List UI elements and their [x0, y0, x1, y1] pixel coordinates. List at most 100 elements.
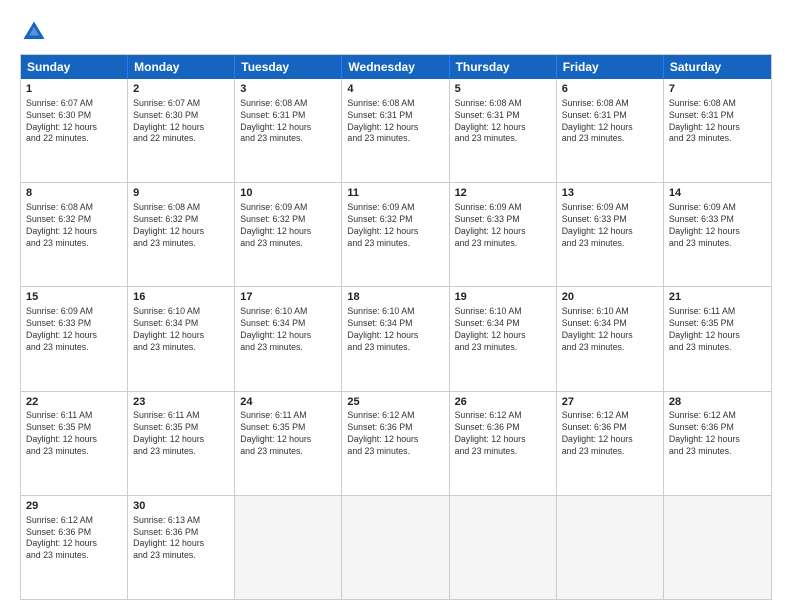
calendar-cell-16: 16Sunrise: 6:10 AMSunset: 6:34 PMDayligh…: [128, 287, 235, 390]
calendar-cell-17: 17Sunrise: 6:10 AMSunset: 6:34 PMDayligh…: [235, 287, 342, 390]
calendar-cell-8: 8Sunrise: 6:08 AMSunset: 6:32 PMDaylight…: [21, 183, 128, 286]
day-number: 6: [562, 82, 658, 97]
cell-info: Sunrise: 6:11 AMSunset: 6:35 PMDaylight:…: [26, 410, 122, 458]
cell-info: Sunrise: 6:10 AMSunset: 6:34 PMDaylight:…: [240, 306, 336, 354]
calendar-row-1: 8 Sunrise: 6:08 AMSunset: 6:32 PMDaylight…: [21, 182, 771, 286]
day-number: 18: [347, 290, 443, 305]
cell-info: Sunrise: 6:08 AMSunset: 6:32 PMDaylight:…: [133, 202, 229, 250]
calendar-cell-6: 6Sunrise: 6:08 AMSunset: 6:31 PMDaylight…: [557, 79, 664, 182]
day-number: 8: [26, 186, 122, 201]
day-number: 2: [133, 82, 229, 97]
page: SundayMondayTuesdayWednesdayThursdayFrid…: [0, 0, 792, 612]
day-number: 20: [562, 290, 658, 305]
header-day-tuesday: Tuesday: [235, 55, 342, 79]
calendar-cell-25: 25Sunrise: 6:12 AMSunset: 6:36 PMDayligh…: [342, 392, 449, 495]
cell-info: Sunrise: 6:12 AMSunset: 6:36 PMDaylight:…: [455, 410, 551, 458]
day-number: 24: [240, 395, 336, 410]
header: [20, 18, 772, 46]
cell-info: Sunrise: 6:08 AMSunset: 6:31 PMDaylight:…: [455, 98, 551, 146]
calendar-cell-empty: [450, 496, 557, 599]
calendar: SundayMondayTuesdayWednesdayThursdayFrid…: [20, 54, 772, 600]
cell-info: Sunrise: 6:08 AMSunset: 6:31 PMDaylight:…: [240, 98, 336, 146]
cell-info: Sunrise: 6:07 AMSunset: 6:30 PMDaylight:…: [26, 98, 122, 146]
cell-info: Sunrise: 6:12 AMSunset: 6:36 PMDaylight:…: [26, 515, 122, 563]
day-number: 26: [455, 395, 551, 410]
cell-info: Sunrise: 6:08 AMSunset: 6:31 PMDaylight:…: [562, 98, 658, 146]
day-number: 28: [669, 395, 766, 410]
calendar-cell-12: 12Sunrise: 6:09 AMSunset: 6:33 PMDayligh…: [450, 183, 557, 286]
cell-info: Sunrise: 6:09 AMSunset: 6:32 PMDaylight:…: [347, 202, 443, 250]
calendar-cell-1: 1Sunrise: 6:07 AMSunset: 6:30 PMDaylight…: [21, 79, 128, 182]
cell-info: Sunrise: 6:12 AMSunset: 6:36 PMDaylight:…: [562, 410, 658, 458]
day-number: 7: [669, 82, 766, 97]
header-day-thursday: Thursday: [450, 55, 557, 79]
calendar-row-2: 15Sunrise: 6:09 AMSunset: 6:33 PMDayligh…: [21, 286, 771, 390]
day-number: 3: [240, 82, 336, 97]
day-number: 9: [133, 186, 229, 201]
calendar-cell-10: 10Sunrise: 6:09 AMSunset: 6:32 PMDayligh…: [235, 183, 342, 286]
cell-info: Sunrise: 6:11 AMSunset: 6:35 PMDaylight:…: [240, 410, 336, 458]
cell-info: Sunrise: 6:10 AMSunset: 6:34 PMDaylight:…: [133, 306, 229, 354]
cell-info: Sunrise: 6:13 AMSunset: 6:36 PMDaylight:…: [133, 515, 229, 563]
day-number: 22: [26, 395, 122, 410]
calendar-cell-27: 27Sunrise: 6:12 AMSunset: 6:36 PMDayligh…: [557, 392, 664, 495]
calendar-cell-empty: [235, 496, 342, 599]
logo: [20, 18, 52, 46]
calendar-cell-5: 5Sunrise: 6:08 AMSunset: 6:31 PMDaylight…: [450, 79, 557, 182]
day-number: 17: [240, 290, 336, 305]
calendar-cell-9: 9Sunrise: 6:08 AMSunset: 6:32 PMDaylight…: [128, 183, 235, 286]
day-number: 23: [133, 395, 229, 410]
day-number: 27: [562, 395, 658, 410]
header-day-friday: Friday: [557, 55, 664, 79]
calendar-header: SundayMondayTuesdayWednesdayThursdayFrid…: [21, 55, 771, 79]
calendar-row-3: 22Sunrise: 6:11 AMSunset: 6:35 PMDayligh…: [21, 391, 771, 495]
calendar-cell-15: 15Sunrise: 6:09 AMSunset: 6:33 PMDayligh…: [21, 287, 128, 390]
day-number: 21: [669, 290, 766, 305]
day-number: 15: [26, 290, 122, 305]
header-day-sunday: Sunday: [21, 55, 128, 79]
calendar-cell-28: 28Sunrise: 6:12 AMSunset: 6:36 PMDayligh…: [664, 392, 771, 495]
day-number: 4: [347, 82, 443, 97]
calendar-cell-26: 26Sunrise: 6:12 AMSunset: 6:36 PMDayligh…: [450, 392, 557, 495]
calendar-cell-21: 21Sunrise: 6:11 AMSunset: 6:35 PMDayligh…: [664, 287, 771, 390]
cell-info: Sunrise: 6:09 AMSunset: 6:33 PMDaylight:…: [562, 202, 658, 250]
calendar-cell-11: 11Sunrise: 6:09 AMSunset: 6:32 PMDayligh…: [342, 183, 449, 286]
cell-info: Sunrise: 6:11 AMSunset: 6:35 PMDaylight:…: [669, 306, 766, 354]
calendar-cell-18: 18Sunrise: 6:10 AMSunset: 6:34 PMDayligh…: [342, 287, 449, 390]
cell-info: Sunrise: 6:09 AMSunset: 6:33 PMDaylight:…: [669, 202, 766, 250]
cell-info: Sunrise: 6:11 AMSunset: 6:35 PMDaylight:…: [133, 410, 229, 458]
day-number: 25: [347, 395, 443, 410]
calendar-cell-7: 7Sunrise: 6:08 AMSunset: 6:31 PMDaylight…: [664, 79, 771, 182]
day-number: 13: [562, 186, 658, 201]
cell-info: Sunrise: 6:08 AMSunset: 6:31 PMDaylight:…: [347, 98, 443, 146]
day-number: 14: [669, 186, 766, 201]
calendar-cell-2: 2Sunrise: 6:07 AMSunset: 6:30 PMDaylight…: [128, 79, 235, 182]
calendar-cell-empty: [664, 496, 771, 599]
day-number: 16: [133, 290, 229, 305]
cell-info: Sunrise: 6:10 AMSunset: 6:34 PMDaylight:…: [455, 306, 551, 354]
calendar-cell-empty: [557, 496, 664, 599]
cell-info: Sunrise: 6:10 AMSunset: 6:34 PMDaylight:…: [347, 306, 443, 354]
calendar-cell-19: 19Sunrise: 6:10 AMSunset: 6:34 PMDayligh…: [450, 287, 557, 390]
calendar-cell-23: 23Sunrise: 6:11 AMSunset: 6:35 PMDayligh…: [128, 392, 235, 495]
day-number: 19: [455, 290, 551, 305]
day-number: 12: [455, 186, 551, 201]
day-number: 1: [26, 82, 122, 97]
header-day-monday: Monday: [128, 55, 235, 79]
cell-info: Sunrise: 6:10 AMSunset: 6:34 PMDaylight:…: [562, 306, 658, 354]
calendar-row-0: 1Sunrise: 6:07 AMSunset: 6:30 PMDaylight…: [21, 79, 771, 182]
day-number: 30: [133, 499, 229, 514]
calendar-cell-20: 20Sunrise: 6:10 AMSunset: 6:34 PMDayligh…: [557, 287, 664, 390]
cell-info: Sunrise: 6:08 AMSunset: 6:31 PMDaylight:…: [669, 98, 766, 146]
calendar-cell-4: 4Sunrise: 6:08 AMSunset: 6:31 PMDaylight…: [342, 79, 449, 182]
day-number: 29: [26, 499, 122, 514]
cell-info: Sunrise: 6:09 AMSunset: 6:32 PMDaylight:…: [240, 202, 336, 250]
calendar-cell-24: 24Sunrise: 6:11 AMSunset: 6:35 PMDayligh…: [235, 392, 342, 495]
calendar-cell-3: 3Sunrise: 6:08 AMSunset: 6:31 PMDaylight…: [235, 79, 342, 182]
calendar-cell-13: 13Sunrise: 6:09 AMSunset: 6:33 PMDayligh…: [557, 183, 664, 286]
calendar-cell-30: 30Sunrise: 6:13 AMSunset: 6:36 PMDayligh…: [128, 496, 235, 599]
cell-info: Sunrise: 6:12 AMSunset: 6:36 PMDaylight:…: [669, 410, 766, 458]
calendar-body: 1Sunrise: 6:07 AMSunset: 6:30 PMDaylight…: [21, 79, 771, 599]
cell-info: Sunrise: 6:09 AMSunset: 6:33 PMDaylight:…: [26, 306, 122, 354]
cell-info: Sunrise: 6:07 AMSunset: 6:30 PMDaylight:…: [133, 98, 229, 146]
